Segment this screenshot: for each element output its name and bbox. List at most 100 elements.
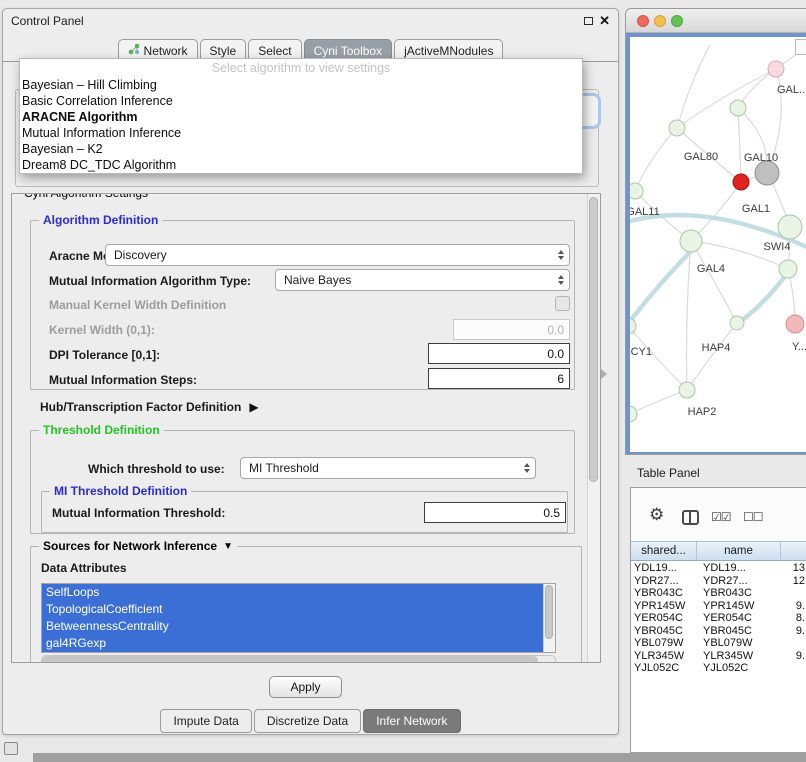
list-item[interactable]: SelfLoops [42,584,543,601]
tab-discretize-data[interactable]: Discretize Data [254,709,361,733]
which-threshold-combo[interactable]: MI Threshold [240,457,536,479]
cell: YLR345W [697,650,781,662]
hub-definition-label: Hub/Transcription Factor Definition [40,400,241,414]
dropdown-item-selected[interactable]: ARACNE Algorithm [20,109,582,125]
network-node-gcy1[interactable] [630,318,636,334]
dropdown-item[interactable]: Basic Correlation Inference [20,93,582,109]
dropdown-item[interactable]: Dream8 DC_TDC Algorithm [20,157,582,173]
deselect-all-icon[interactable]: ☐☐ [743,510,763,524]
table-panel-title: Table Panel [637,466,700,480]
mi-steps-field[interactable] [428,368,570,389]
node-label: HAP2 [688,406,717,418]
dropdown-item[interactable]: Bayesian – K2 [20,141,582,157]
tab-label: Style [210,44,237,58]
network-node[interactable] [630,406,637,422]
data-attributes-list: SelfLoops TopologicalCoefficient Between… [41,583,556,653]
panel-splitter-arrow-icon[interactable] [601,369,607,379]
cell: YER054C [631,612,697,624]
tab-label: jActiveMNodules [404,44,493,58]
scrollbar-thumb[interactable] [545,585,553,639]
dpi-tolerance-label: DPI Tolerance [0,1]: [49,348,160,362]
network-node-selected[interactable] [733,174,749,190]
list-vertical-scrollbar[interactable] [543,584,555,652]
scrollbar-thumb[interactable] [589,197,598,482]
network-window-titlebar[interactable] [626,9,806,33]
node-label: SWI4 [764,241,791,253]
network-node[interactable] [779,260,797,278]
control-panel-titlebar[interactable]: Control Panel ✕ [3,9,618,33]
network-view-window: GAL... GAL80 GAL10 GAL11 GAL1 SWI4 GAL4 … [625,8,806,455]
column-header-name[interactable]: name [697,542,781,560]
algorithm-definition-legend: Algorithm Definition [39,213,162,227]
minimized-panel-icon[interactable] [4,742,18,755]
network-node-hap4[interactable] [730,316,744,330]
canvas-scrollbar[interactable] [795,39,806,55]
combo-stepper-icon [558,250,564,260]
columns-icon[interactable] [682,510,699,525]
dpi-tolerance-field[interactable] [428,343,570,364]
column-header-shared-name[interactable]: shared... [631,542,697,560]
apply-button[interactable]: Apply [269,676,342,698]
aracne-mode-combo[interactable]: Discovery [105,244,570,266]
network-node-gal11[interactable] [630,183,643,199]
table-row[interactable]: YLR345WYLR345W9. [631,650,806,663]
table-row[interactable]: YDL19...YDL19...13 [631,562,806,575]
kernel-width-label: Kernel Width (0,1): [49,323,155,337]
zoom-traffic-light[interactable] [671,15,683,27]
list-item[interactable]: TopologicalCoefficient [42,601,543,618]
mi-type-combo[interactable]: Naive Bayes [275,269,570,291]
mi-type-value: Naive Bayes [284,273,351,287]
tab-label: Network [144,44,188,58]
list-item[interactable]: BetweennessCentrality [42,618,543,635]
tab-impute-data[interactable]: Impute Data [160,709,251,733]
table-row[interactable]: YER054CYER054C8. [631,612,806,625]
algorithm-definition-group: Algorithm Definition Aracne Mode: Discov… [30,220,575,390]
select-all-icon[interactable]: ☑☑ [711,510,731,524]
table-row[interactable]: YDR27...YDR27...12 [631,575,806,588]
tab-infer-network[interactable]: Infer Network [363,709,460,733]
cell: YJL052C [697,662,781,674]
network-node[interactable] [730,100,746,116]
table-row[interactable]: YBR045CYBR045C9. [631,625,806,638]
network-node-gal80[interactable] [669,120,685,136]
table-row[interactable]: YJL052CYJL052C [631,662,806,675]
network-node[interactable] [786,315,804,333]
network-canvas[interactable]: GAL... GAL80 GAL10 GAL11 GAL1 SWI4 GAL4 … [626,33,806,455]
mi-threshold-label: Mutual Information Threshold: [52,506,225,520]
window-title: Control Panel [11,14,84,28]
mi-threshold-field[interactable] [424,502,566,523]
dropdown-item[interactable]: Bayesian – Hill Climbing [20,77,582,93]
threshold-definition-group: Threshold Definition Which threshold to … [30,430,575,534]
combo-stepper-icon [558,275,564,285]
close-icon[interactable]: ✕ [599,13,610,29]
network-node[interactable] [768,61,784,77]
gear-icon[interactable]: ⚙ [649,505,664,525]
scrollbar-thumb[interactable] [42,656,538,663]
table-row[interactable]: YBR043CYBR043C [631,587,806,600]
sources-toggle[interactable]: Sources for Network Inference ▼ [39,539,237,553]
network-node-gal10[interactable] [755,161,779,185]
which-threshold-value: MI Threshold [249,461,319,475]
collapsed-arrow-icon: ▶ [249,400,258,414]
network-node-hap2[interactable] [679,382,695,398]
float-window-icon[interactable] [584,17,593,25]
manual-kernel-checkbox[interactable] [555,296,570,311]
kernel-width-field[interactable] [453,319,570,340]
dropdown-placeholder: Select algorithm to view settings [20,61,582,77]
list-horizontal-scrollbar[interactable] [41,655,556,663]
table-row[interactable]: YBL079WYBL079W [631,637,806,650]
close-traffic-light[interactable] [637,15,649,27]
hub-definition-toggle[interactable]: Hub/Transcription Factor Definition ▶ [40,400,259,414]
column-header-partial[interactable] [781,542,806,560]
minimize-traffic-light[interactable] [654,15,666,27]
network-node-gal4[interactable] [680,230,702,252]
network-node-gal1[interactable] [778,215,802,239]
settings-vertical-scrollbar[interactable] [587,194,600,662]
cell: YDL19... [631,562,697,574]
cell: YBR045C [697,625,781,637]
dropdown-item[interactable]: Mutual Information Inference [20,125,582,141]
table-row[interactable]: YPR145WYPR145W9. [631,600,806,613]
list-item[interactable]: gal4RGexp [42,635,543,652]
cell: 9. [781,600,806,612]
cell: 9. [781,650,806,662]
